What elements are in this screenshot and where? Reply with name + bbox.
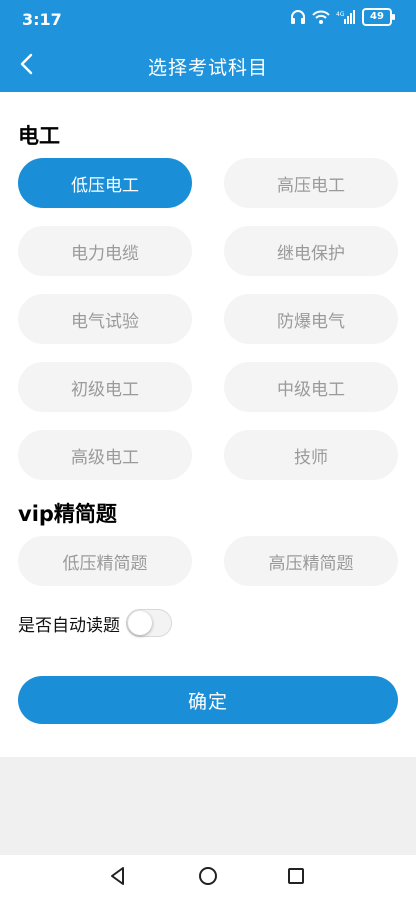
toggle-knob <box>128 611 152 635</box>
status-bar: 3:17 4G 49 <box>0 0 416 40</box>
option-explosion-proof-electrical[interactable]: 防爆电气 <box>224 294 398 344</box>
option-technician[interactable]: 技师 <box>224 430 398 480</box>
option-relay-protection[interactable]: 继电保护 <box>224 226 398 276</box>
option-intermediate-electrician[interactable]: 中级电工 <box>224 362 398 412</box>
auto-read-toggle[interactable] <box>126 609 172 637</box>
back-triangle-icon <box>108 866 128 890</box>
nav-recents-button[interactable] <box>285 867 307 889</box>
option-electrical-test[interactable]: 电气试验 <box>18 294 192 344</box>
confirm-button[interactable]: 确定 <box>18 676 398 724</box>
section-title-electrician: 电工 <box>18 124 60 148</box>
page-title: 选择考试科目 <box>147 57 268 79</box>
auto-read-row: 是否自动读题 <box>18 606 172 640</box>
nav-back-button[interactable] <box>107 867 129 889</box>
recents-square-icon <box>287 867 305 889</box>
option-power-cable[interactable]: 电力电缆 <box>18 226 192 276</box>
option-high-voltage-electrician[interactable]: 高压电工 <box>224 158 398 208</box>
nav-home-button[interactable] <box>197 867 219 889</box>
option-senior-electrician[interactable]: 高级电工 <box>18 430 192 480</box>
system-nav-bar <box>0 855 416 900</box>
section-title-vip: vip精简题 <box>18 502 117 526</box>
option-low-voltage-electrician[interactable]: 低压电工 <box>18 158 192 208</box>
battery-icon: 49 <box>362 8 395 26</box>
subject-selection-panel: 电工 低压电工 高压电工 电力电缆 继电保护 电气试验 防爆电气 初级电工 中级… <box>0 92 416 757</box>
status-time: 3:17 <box>22 10 62 29</box>
status-icons: 4G 49 <box>290 8 395 26</box>
option-junior-electrician[interactable]: 初级电工 <box>18 362 192 412</box>
option-low-voltage-concise[interactable]: 低压精简题 <box>18 536 192 586</box>
svg-text:4G: 4G <box>336 11 345 18</box>
headphones-icon <box>290 10 306 24</box>
app-header: 选择考试科目 <box>0 40 416 92</box>
auto-read-label: 是否自动读题 <box>18 615 120 636</box>
home-circle-icon <box>198 866 218 890</box>
option-high-voltage-concise[interactable]: 高压精简题 <box>224 536 398 586</box>
signal-4g-icon: 4G <box>336 10 356 24</box>
wifi-icon <box>312 10 330 24</box>
